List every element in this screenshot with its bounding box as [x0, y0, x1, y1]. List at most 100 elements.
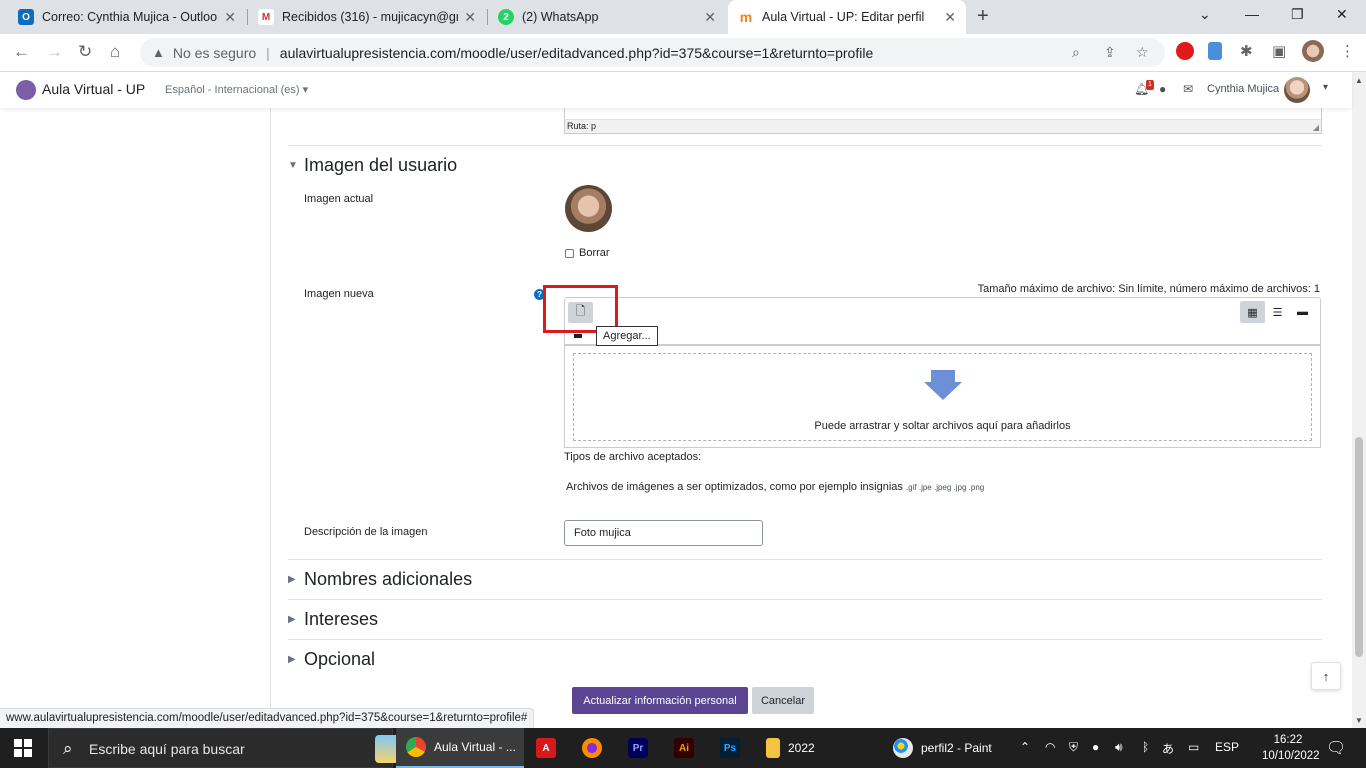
editor-area[interactable]: Ruta: p ◢ — [564, 108, 1322, 134]
close-icon[interactable]: ✕ — [704, 9, 716, 26]
section-header-intereses[interactable]: ▶ Intereses — [288, 609, 378, 630]
back-to-top-button[interactable]: ↑ — [1311, 662, 1341, 690]
url-input[interactable]: ▲ No es seguro | aulavirtualupresistenci… — [140, 38, 1165, 67]
taskbar-app-illustrator[interactable]: Ai — [674, 728, 702, 768]
close-icon[interactable]: ✕ — [224, 9, 236, 26]
grid-view-icon[interactable]: ▦ — [1240, 301, 1265, 323]
clock-date: 10/10/2022 — [1262, 750, 1320, 762]
new-tab-button[interactable]: + — [977, 5, 989, 28]
wifi-icon[interactable]: ◠ — [1045, 740, 1055, 754]
language-menu[interactable]: Español - Internacional (es) ▾ — [165, 83, 308, 96]
scroll-up-icon[interactable]: ▲ — [1355, 76, 1363, 85]
delete-picture-checkbox[interactable] — [565, 249, 574, 258]
firefox-icon — [582, 738, 602, 758]
bluetooth-icon[interactable]: ᛒ — [1142, 740, 1149, 754]
url-separator: | — [266, 44, 270, 61]
notifications-icon[interactable]: 🗨︎ — [1326, 738, 1346, 758]
chevron-down-icon: ▾ — [302, 84, 309, 96]
update-profile-button[interactable]: Actualizar información personal — [572, 687, 748, 714]
section-header-opcional[interactable]: ▶ Opcional — [288, 649, 375, 670]
accepted-extensions: .gif .jpe .jpeg .jpg .png — [905, 483, 985, 492]
tab-search-icon[interactable]: ⌄ — [1199, 6, 1211, 23]
tab-title: (2) WhatsApp — [522, 10, 599, 24]
warning-icon[interactable]: ▲ — [152, 45, 165, 60]
chat-icon[interactable]: ● — [1159, 82, 1166, 96]
caret-right-icon: ▶ — [288, 654, 296, 665]
bookmark-star-icon[interactable]: ☆ — [1136, 44, 1149, 61]
taskbar-app-premiere[interactable]: Pr — [628, 728, 656, 768]
minimize-icon[interactable]: — — [1245, 6, 1259, 22]
tab-aula-virtual[interactable]: m Aula Virtual - UP: Editar perfil ✕ — [728, 0, 966, 34]
image-description-label: Descripción de la imagen — [304, 526, 428, 538]
back-icon[interactable]: ← — [13, 42, 30, 62]
zoom-icon[interactable]: ⌕ — [1072, 44, 1080, 61]
window-close-icon[interactable]: ✕ — [1336, 6, 1348, 23]
illustrator-icon: Ai — [674, 738, 694, 758]
tab-gmail[interactable]: M Recibidos (316) - mujicacyn@gm ✕ — [248, 0, 486, 34]
section-title: Imagen del usuario — [304, 155, 458, 175]
input-language[interactable]: ESP — [1215, 740, 1239, 754]
user-menu-chevron-icon[interactable]: ▾ — [1323, 82, 1328, 93]
site-logo[interactable] — [16, 80, 36, 100]
arrow-up-icon: ↑ — [1322, 668, 1330, 684]
list-view-icon[interactable]: ☰ — [1265, 301, 1290, 323]
ime-icon[interactable]: あ — [1162, 740, 1174, 757]
toolbar-marker — [574, 334, 582, 338]
shield-icon[interactable]: ⛨ — [1069, 740, 1078, 755]
tab-whatsapp[interactable]: 2 (2) WhatsApp ✕ — [488, 0, 726, 34]
reload-icon[interactable]: ↻ — [78, 42, 92, 62]
section-title: Intereses — [304, 609, 379, 629]
search-icon: ⌕ — [63, 739, 73, 758]
adblock-extension-icon[interactable] — [1176, 42, 1194, 60]
pdf-icon: A — [536, 738, 556, 758]
current-user-picture — [565, 185, 612, 232]
delete-picture-label[interactable]: Borrar — [579, 247, 610, 259]
pen-extension-icon[interactable] — [1208, 42, 1222, 60]
section-header-imagen[interactable]: ▼ Imagen del usuario — [288, 155, 457, 176]
taskbar-search[interactable]: ⌕ Escribe aquí para buscar — [48, 728, 415, 768]
user-avatar[interactable] — [1284, 77, 1310, 103]
side-panel-icon[interactable]: ▣ — [1272, 42, 1286, 60]
taskbar-app-chrome[interactable]: Aula Virtual - ... — [396, 728, 524, 768]
accepted-types-description: Archivos de imágenes a ser optimizados, … — [566, 481, 984, 493]
drop-instructions: Puede arrastrar y soltar archivos aquí p… — [814, 420, 1071, 432]
cancel-button[interactable]: Cancelar — [752, 687, 814, 714]
resize-grip-icon[interactable]: ◢ — [1313, 123, 1319, 132]
extensions-puzzle-icon[interactable]: ✱ — [1240, 42, 1253, 60]
close-icon[interactable]: ✕ — [464, 9, 476, 26]
share-icon[interactable]: ⇪ — [1104, 44, 1116, 61]
volume-icon[interactable]: 🔊︎ — [1115, 740, 1123, 755]
close-icon[interactable]: ✕ — [944, 9, 956, 26]
section-header-nombres-adicionales[interactable]: ▶ Nombres adicionales — [288, 569, 472, 590]
page-scrollbar[interactable]: ▲ ▼ — [1352, 72, 1366, 728]
system-clock[interactable]: 16:22 10/10/2022 — [1262, 732, 1320, 764]
filepicker-toolbar — [564, 297, 1321, 345]
profile-avatar[interactable] — [1302, 40, 1324, 62]
taskbar-app-firefox[interactable] — [582, 728, 610, 768]
maximize-icon[interactable]: ❐ — [1291, 6, 1304, 23]
tab-outlook[interactable]: O Correo: Cynthia Mujica - Outlook ✕ — [8, 0, 246, 34]
user-menu-name[interactable]: Cynthia Mujica — [1207, 83, 1279, 95]
section-title: Nombres adicionales — [304, 569, 473, 589]
antivirus-icon[interactable]: ● — [1092, 740, 1099, 754]
url-text[interactable]: aulavirtualupresistencia.com/moodle/user… — [280, 45, 873, 61]
site-name[interactable]: Aula Virtual - UP — [42, 81, 145, 97]
tab-title: Aula Virtual - UP: Editar perfil — [762, 10, 925, 24]
forward-icon[interactable]: → — [46, 42, 63, 62]
tray-chevron-icon[interactable]: ⌃ — [1020, 740, 1030, 754]
image-description-input[interactable]: Foto mujica — [564, 520, 763, 546]
windows-start-icon[interactable] — [14, 739, 32, 757]
security-label[interactable]: No es seguro — [173, 45, 256, 61]
taskbar-app-paint[interactable]: perfil2 - Paint — [893, 728, 1013, 768]
taskbar-app-photoshop[interactable]: Ps — [720, 728, 748, 768]
scrollbar-thumb[interactable] — [1355, 437, 1363, 657]
chrome-menu-icon[interactable]: ⋮ — [1340, 42, 1355, 60]
folder-view-icon[interactable]: ▬ — [1290, 301, 1315, 323]
accepted-types-text: Archivos de imágenes a ser optimizados, … — [566, 481, 903, 493]
envelope-icon[interactable]: ✉ — [1183, 82, 1193, 96]
taskbar-app-pdf[interactable]: A — [536, 728, 564, 768]
scroll-down-icon[interactable]: ▼ — [1355, 716, 1363, 725]
meet-icon[interactable]: ▭ — [1188, 740, 1199, 754]
home-icon[interactable]: ⌂ — [110, 42, 120, 62]
taskbar-app-folder[interactable]: 2022 — [766, 728, 881, 768]
